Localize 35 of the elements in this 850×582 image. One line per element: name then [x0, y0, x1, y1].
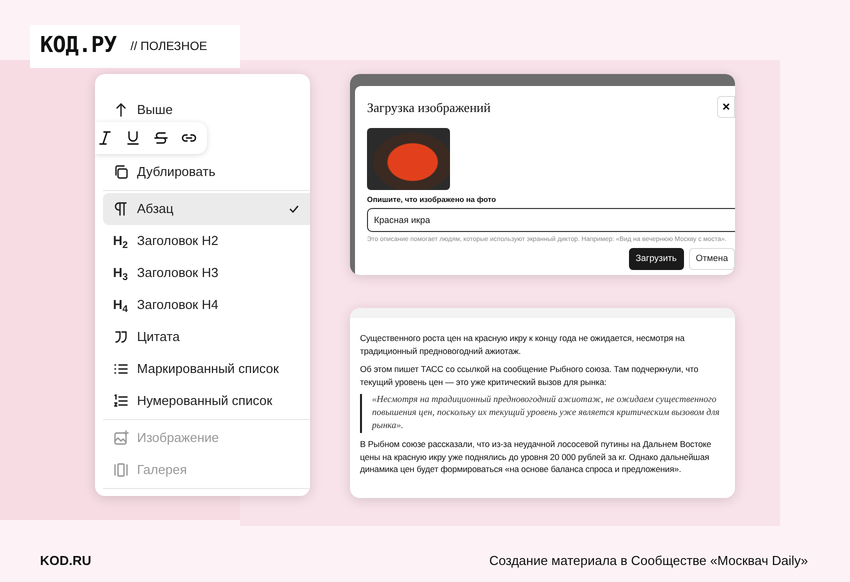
blockquote: «Несмотря на традиционный предновогодний ажиотаж, не ожидаем существенного повышения цен, поскольку их текущий уровень уже является критическим вызовом для рынка».	[360, 394, 733, 433]
menu-item[interactable]: Выше	[103, 94, 310, 126]
menu-item[interactable]: H$_{4}$ Заголовок H4	[103, 289, 310, 321]
heading-icon: H$_{2}$	[113, 231, 129, 251]
upload-button[interactable]: Загрузить	[628, 248, 684, 270]
menu-item[interactable]: Дублировать	[103, 156, 310, 188]
menu-item[interactable]: H$_{3}$ Заголовок H3	[103, 257, 310, 289]
image-add-icon	[113, 430, 129, 446]
menu-item[interactable]: Абзац	[103, 193, 310, 225]
paragraph: Существенного роста цен на красную икру к концу года не ожидается, несмотря на традиционный предновогодний ажиотаж.	[360, 332, 686, 358]
menu-item[interactable]: Цитата	[103, 321, 310, 353]
menu-item[interactable]: Маркированный список	[103, 353, 310, 385]
dialog-title: Загрузка изображений	[367, 99, 491, 117]
gallery-icon	[113, 462, 129, 478]
section-label: // ПОЛЕЗНОЕ	[130, 38, 208, 54]
pilcrow-icon	[113, 201, 129, 217]
copy-icon	[113, 164, 129, 180]
close-button[interactable]: ×	[717, 96, 735, 118]
check-icon	[288, 203, 300, 215]
cancel-button[interactable]: Отмена	[688, 248, 735, 270]
underline-icon[interactable]	[125, 130, 141, 146]
italic-icon[interactable]	[97, 130, 113, 146]
menu-item[interactable]: Нумерованный список	[103, 385, 310, 417]
caption: Создание материала в Сообществе «Москвач Daily»	[489, 552, 808, 570]
numbered-list-icon	[113, 393, 129, 409]
paragraph: В Рыбном союзе рассказали, что из-за неудачной лососевой путины на Дальнем Востоке цены на красную икру уже поднялись до уровня 20 000 рублей за кг. Однако дальнейшая динамика цен будет формироваться «на основе баланса спроса и предложения».	[360, 438, 712, 476]
menu-item[interactable]: H$_{2}$ Заголовок H2	[103, 225, 310, 257]
logo: КОД.РУ	[40, 32, 116, 60]
heading-icon: H$_{3}$	[113, 263, 129, 283]
description-field[interactable]: Красная икра	[367, 208, 735, 232]
strikethrough-icon[interactable]	[153, 130, 169, 146]
brand-label: KOD.RU	[40, 552, 92, 570]
heading-icon: H$_{4}$	[113, 295, 129, 315]
quote-icon	[113, 329, 129, 345]
paragraph: Об этом пишет ТАСС со ссылкой на сообщение Рыбного союза. Там подчеркнули, что текущий уровень цен — это уже критический вызов для рынка:	[360, 362, 700, 389]
